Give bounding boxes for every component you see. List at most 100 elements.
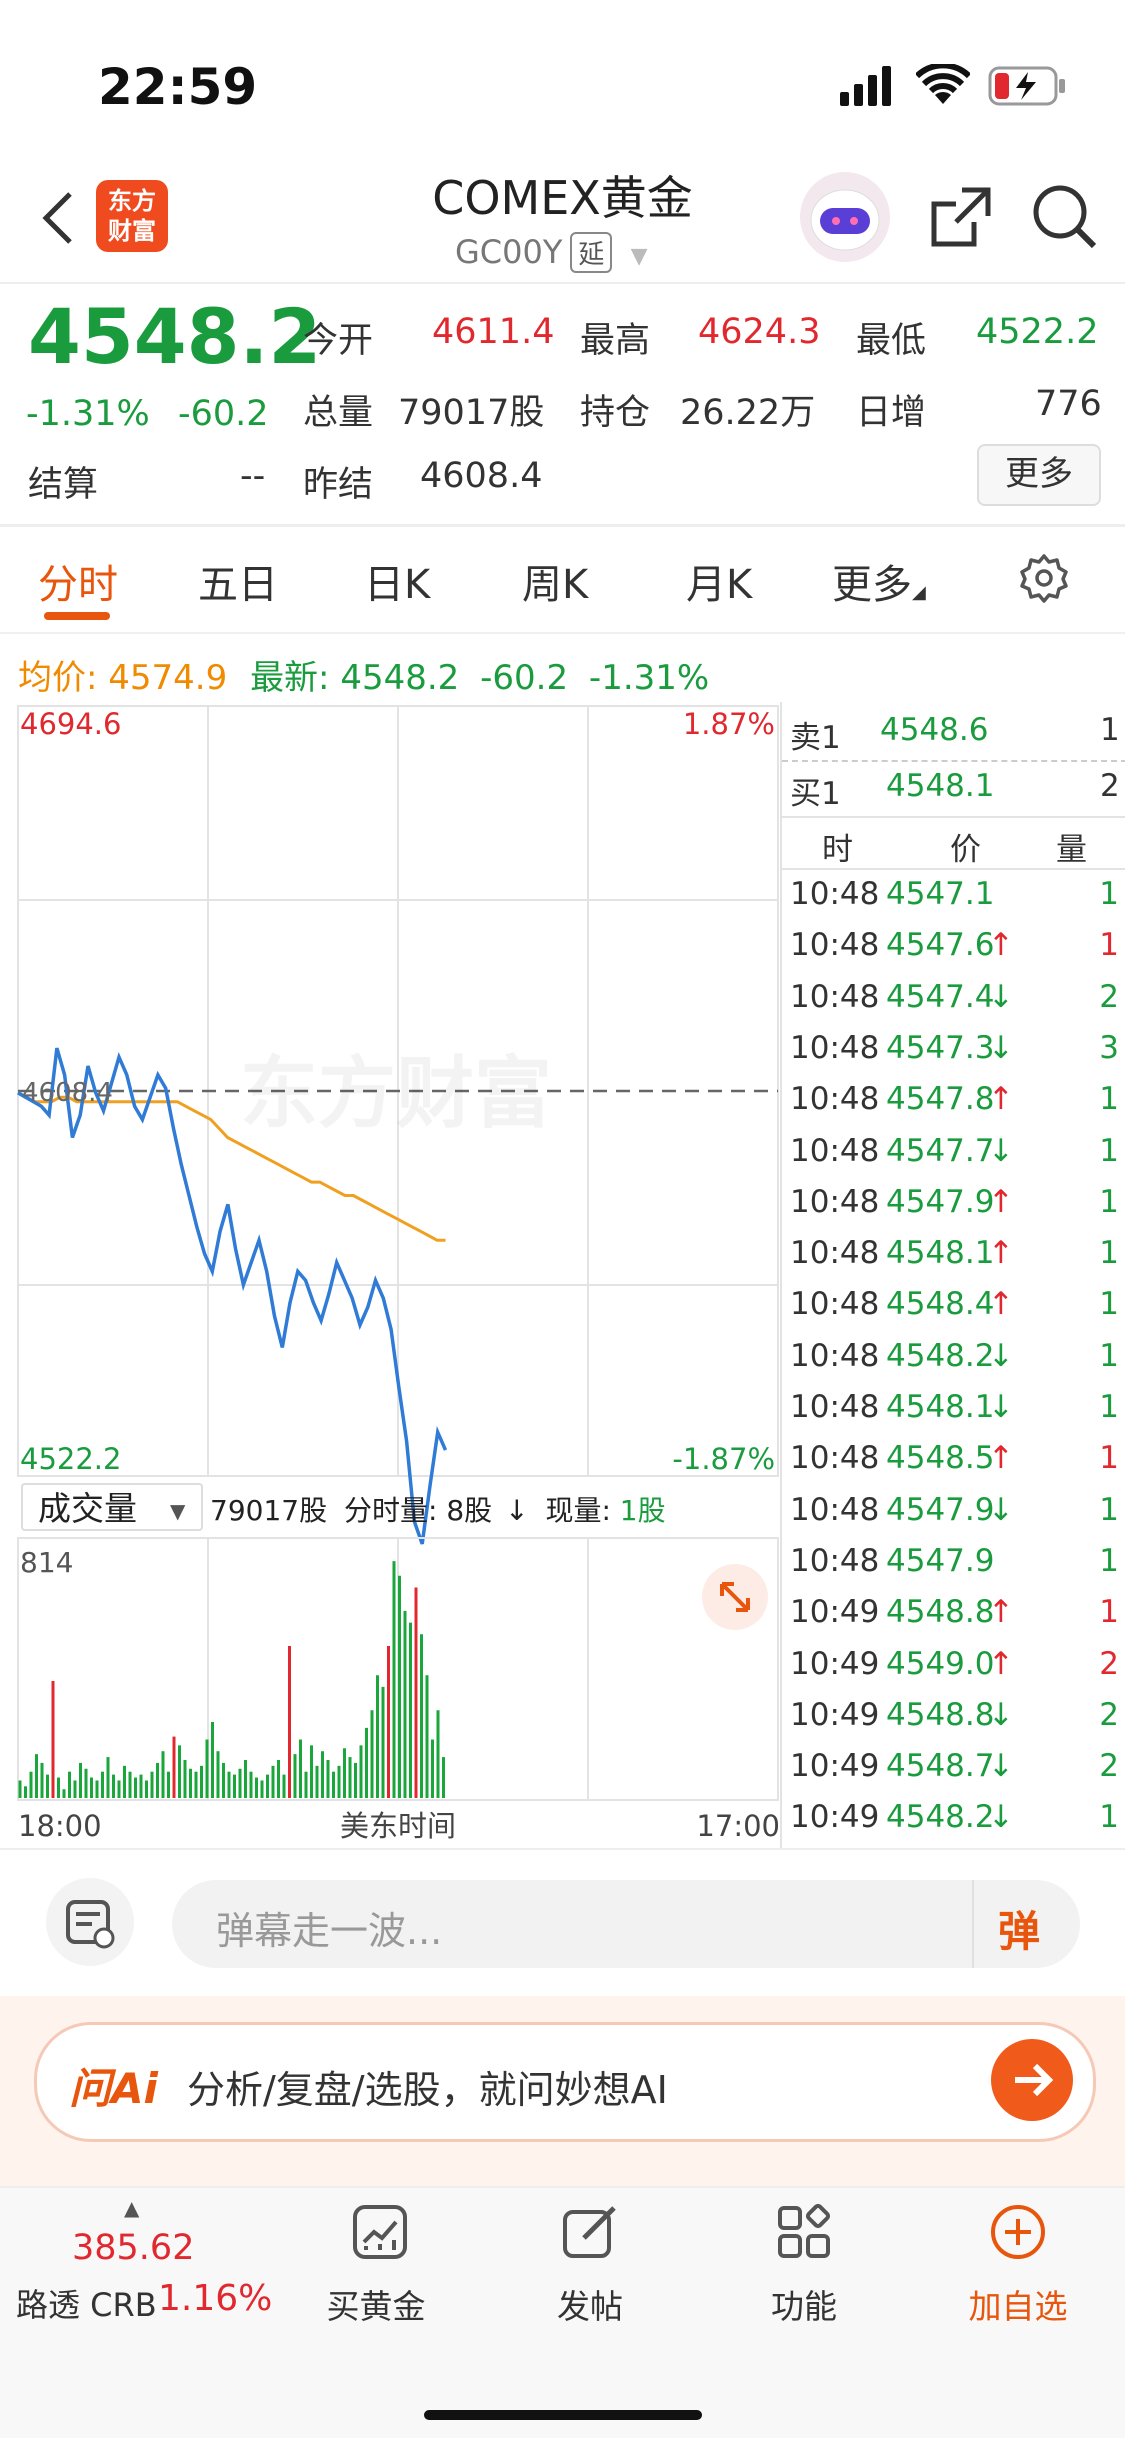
trade-time: 10:49 — [790, 1696, 880, 1733]
expand-icon[interactable] — [702, 1564, 768, 1630]
trade-qty: 1 — [1099, 1183, 1119, 1220]
trade-direction: ↑ — [988, 1183, 1014, 1220]
index-name[interactable]: 路透 CRB — [16, 2280, 157, 2326]
tab-intraday[interactable]: 分时 — [38, 552, 118, 610]
trade-qty: 1 — [1099, 1337, 1119, 1374]
danmu-list-icon[interactable] — [46, 1878, 134, 1966]
trade-price: 4547.4 — [886, 978, 995, 1015]
trade-time: 10:48 — [790, 1029, 880, 1066]
trade-row: 10:48 4547.8 ↑ 1 — [782, 1081, 1125, 1129]
tab-weekly-k[interactable]: 周K — [522, 552, 588, 610]
x-axis-label: 美东时间 — [340, 1809, 456, 1843]
trade-qty: 1 — [1099, 1132, 1119, 1169]
sell1-label: 卖1 — [790, 720, 841, 756]
tab-daily-k[interactable]: 日K — [364, 552, 430, 610]
current-label: 现量: — [545, 1494, 610, 1527]
buy-gold-tab[interactable]: 买黄金 — [296, 2204, 456, 2328]
trade-qty: 1 — [1099, 1542, 1119, 1579]
trade-time: 10:49 — [790, 1748, 880, 1785]
caret-icon: ◢ — [912, 582, 926, 603]
trade-direction: ↓ — [988, 1389, 1014, 1425]
buy1-label: 买1 — [790, 776, 841, 812]
intraday-chart[interactable]: 东方财富 4694.6 4608.4 4522.2 1.87% -1.87% 成… — [0, 700, 780, 1850]
ai-assistant-bar[interactable]: 问Ai 分析/复盘/选股，就问妙想AI — [34, 2022, 1096, 2142]
trade-time: 10:48 — [790, 1542, 880, 1579]
high-value: 4624.3 — [698, 312, 821, 352]
trade-row: 10:48 4548.1 ↓ 1 — [782, 1389, 1125, 1437]
trade-row: 10:48 4548.4 ↑ 1 — [782, 1286, 1125, 1334]
chevron-down-icon: ▼ — [630, 244, 648, 269]
arrow-right-icon[interactable] — [991, 2039, 1073, 2121]
share-icon[interactable] — [928, 184, 994, 254]
status-time: 22:59 — [98, 58, 258, 116]
trade-qty: 1 — [1099, 1799, 1119, 1836]
wifi-icon — [914, 62, 972, 110]
trade-price: 4547.6 — [886, 927, 995, 964]
trade-direction: ↑ — [988, 1235, 1014, 1272]
trade-row: 10:48 4547.9 ↑ 1 — [782, 1184, 1125, 1232]
trade-time: 10:48 — [790, 1183, 880, 1220]
trade-direction: ↓ — [988, 1132, 1014, 1169]
trade-qty: 2 — [1099, 978, 1119, 1015]
trade-qty: 2 — [1099, 1748, 1119, 1785]
trade-price: 4547.3 — [886, 1029, 995, 1066]
tab-more[interactable]: 更多◢ — [832, 552, 926, 610]
high-label: 最高 — [580, 321, 651, 361]
trade-row: 10:49 4548.8 ↑ 1 — [782, 1594, 1125, 1642]
add-watchlist-tab[interactable]: 加自选 — [938, 2204, 1098, 2328]
volume-label: 总量 — [303, 393, 374, 433]
instrument-code[interactable]: GC00Y 延 ▼ — [455, 232, 648, 273]
volume-ymax-label: 814 — [20, 1546, 73, 1579]
watermark: 东方财富 — [240, 1049, 552, 1139]
trade-row: 10:48 4548.5 ↑ 1 — [782, 1440, 1125, 1488]
trade-row: 10:49 4549.0 ↑ 2 — [782, 1646, 1125, 1694]
settle-value: -- — [240, 456, 266, 496]
danmu-input[interactable]: 弹幕走一波... 弹 — [172, 1880, 1080, 1968]
prev-settle-value: 4608.4 — [420, 456, 543, 496]
trade-price: 4547.9 — [886, 1491, 995, 1528]
trade-qty: 1 — [1099, 1491, 1119, 1528]
ai-logo: 问Ai — [69, 2064, 158, 2113]
post-tab[interactable]: 发帖 — [510, 2204, 670, 2328]
trade-price: 4548.5 — [886, 1440, 995, 1477]
functions-tab[interactable]: 功能 — [724, 2203, 884, 2328]
trade-price: 4547.8 — [886, 1081, 995, 1118]
change-value: -60.2 — [178, 394, 269, 434]
volume-selector-label[interactable]: 成交量 — [38, 1489, 137, 1528]
interval-label: 分时量: — [344, 1494, 437, 1527]
trade-direction: ↑ — [988, 927, 1014, 964]
danmu-button[interactable]: 弹 — [998, 1898, 1040, 1959]
functions-label: 功能 — [771, 2287, 837, 2326]
trade-qty: 1 — [1099, 1235, 1119, 1272]
trade-price: 4548.2 — [886, 1337, 995, 1374]
buy1-qty: 2 — [1100, 768, 1120, 804]
robot-avatar-icon[interactable] — [800, 172, 890, 262]
trade-row: 10:48 4547.9 ↓ 1 — [782, 1492, 1125, 1540]
trade-time: 10:49 — [790, 1645, 880, 1682]
trade-direction: ↓ — [988, 1491, 1014, 1528]
trade-time: 10:48 — [790, 1132, 880, 1169]
col-time-header: 时 — [822, 832, 853, 868]
x-tick-end: 17:00 — [696, 1809, 780, 1843]
trade-row: 10:49 4548.8 ↓ 2 — [782, 1697, 1125, 1745]
trade-price: 4548.4 — [886, 1286, 995, 1323]
trade-price: 4548.8 — [886, 1696, 995, 1733]
post-label: 发帖 — [557, 2287, 623, 2326]
trade-row: 10:48 4548.1 ↑ 1 — [782, 1235, 1125, 1283]
more-button[interactable]: 更多 — [977, 444, 1101, 506]
trade-row: 10:49 4548.2 ↓ 1 — [782, 1799, 1125, 1847]
trade-direction: ↑ — [988, 1440, 1014, 1477]
index-value[interactable]: 385.62 — [72, 2228, 194, 2268]
col-qty-header: 量 — [1056, 832, 1087, 868]
tab-five-day[interactable]: 五日 — [198, 552, 278, 610]
settings-gear-icon[interactable] — [1018, 552, 1070, 608]
tab-monthly-k[interactable]: 月K — [686, 552, 752, 610]
trade-price: 4547.9 — [886, 1542, 995, 1579]
trade-row: 10:48 4547.7 ↓ 1 — [782, 1133, 1125, 1181]
trade-time: 10:48 — [790, 1337, 880, 1374]
add-circle-icon — [990, 2204, 1098, 2264]
ref-price-label: 4608.4 — [22, 1078, 113, 1108]
interval-value: 8股 — [446, 1494, 492, 1527]
search-icon[interactable] — [1030, 182, 1100, 256]
trade-time: 10:48 — [790, 978, 880, 1015]
